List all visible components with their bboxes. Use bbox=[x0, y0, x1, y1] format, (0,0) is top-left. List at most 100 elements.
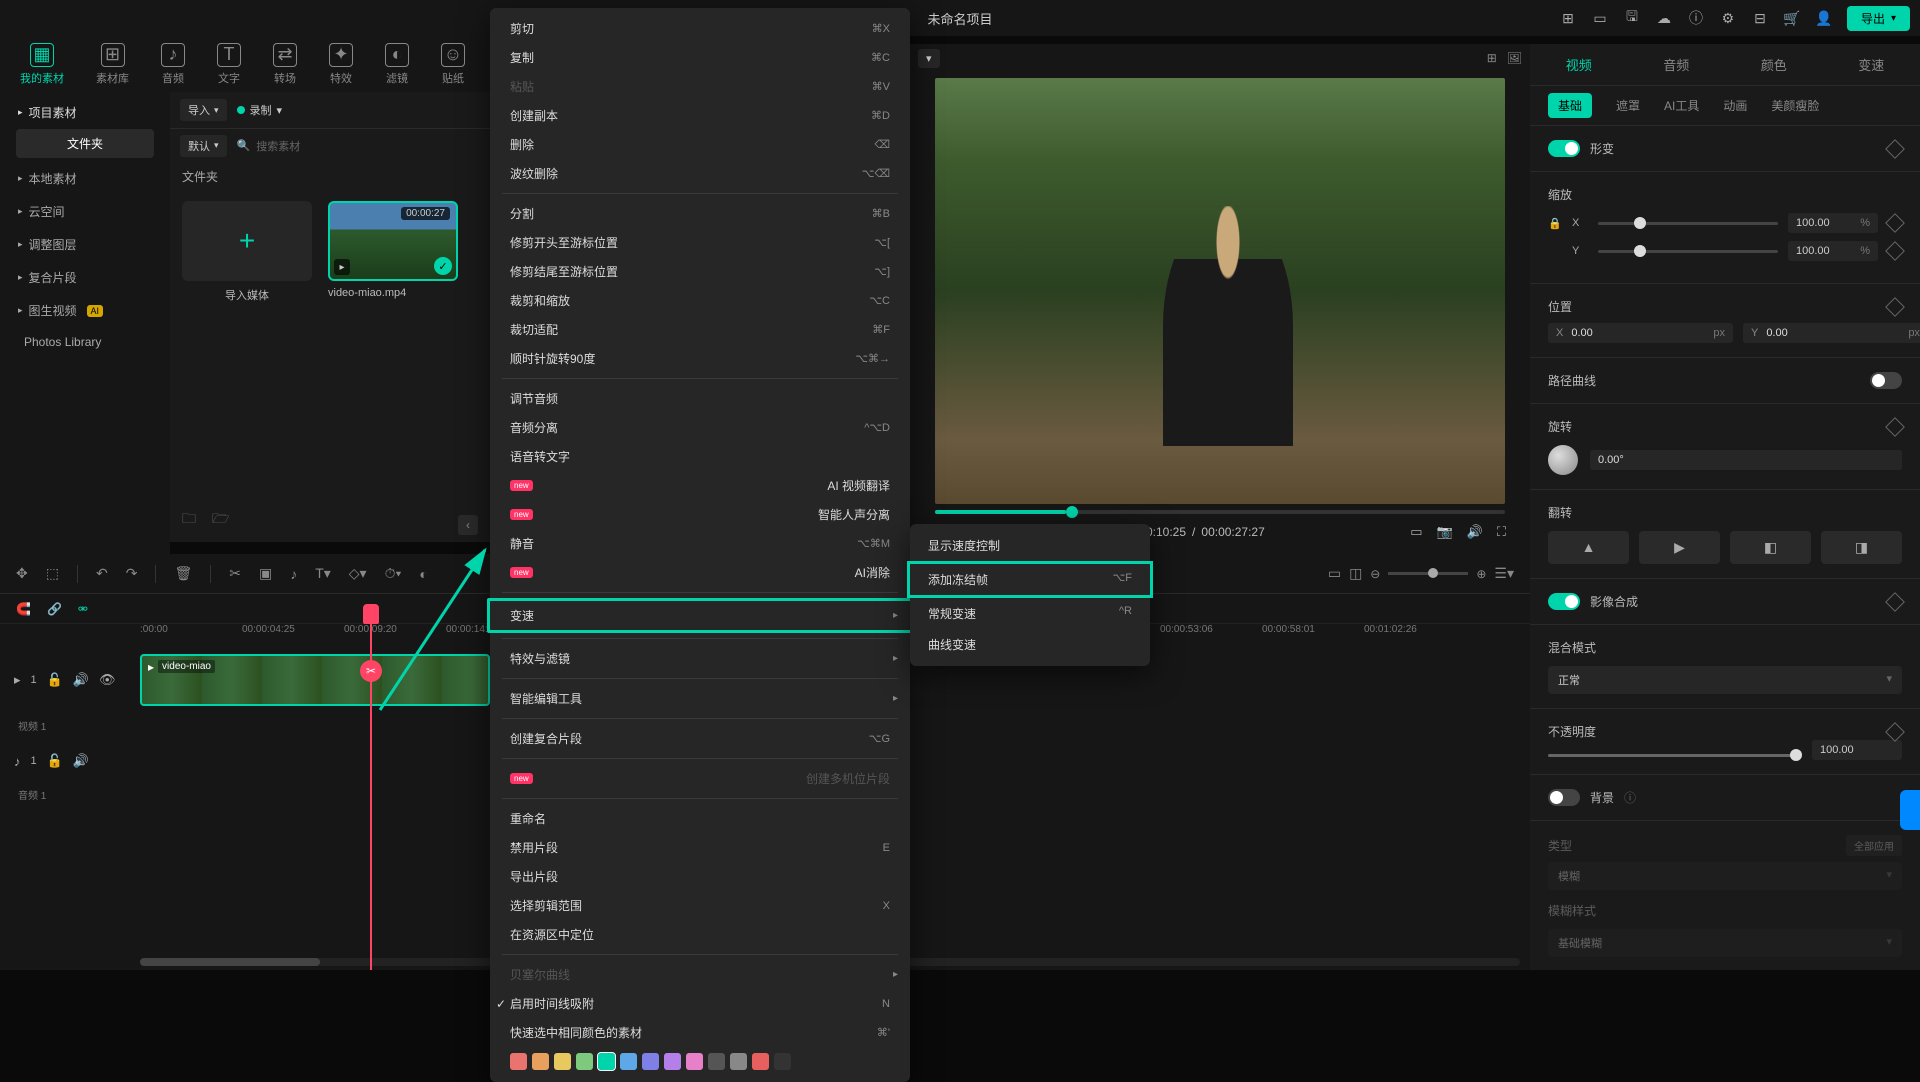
tl-select-icon[interactable]: ✥ bbox=[16, 565, 28, 582]
fullscreen-icon[interactable]: ⛶ bbox=[1497, 524, 1506, 540]
insp-tab-audio[interactable]: 音频 bbox=[1661, 51, 1691, 78]
color-swatch[interactable] bbox=[752, 1053, 769, 1070]
track-mute-icon[interactable]: 🔊 bbox=[73, 672, 89, 688]
ctx-effects[interactable]: 特效与滤镜 bbox=[490, 644, 910, 673]
color-swatch[interactable] bbox=[576, 1053, 593, 1070]
tl-zoom-in[interactable]: ⊕ bbox=[1476, 567, 1486, 581]
media-clip[interactable]: 00:00:27 ▸ ✓ video-miao.mp4 bbox=[328, 201, 458, 303]
scale-y-slider[interactable] bbox=[1598, 250, 1778, 253]
ctx-item[interactable]: 裁切适配⌘F bbox=[490, 315, 910, 344]
tl-crop-icon[interactable]: ▣ bbox=[259, 565, 272, 582]
ctx-snap[interactable]: 启用时间线吸附N bbox=[490, 989, 910, 1018]
monitor-icon[interactable]: ▭ bbox=[1591, 9, 1609, 27]
ctx-item[interactable]: 导出片段 bbox=[490, 862, 910, 891]
timeline-playhead[interactable]: ✂ bbox=[370, 614, 372, 970]
ctx-item[interactable]: 语音转文字 bbox=[490, 442, 910, 471]
ctx-item[interactable]: 复制⌘C bbox=[490, 43, 910, 72]
color-swatch[interactable] bbox=[532, 1053, 549, 1070]
insp-sub-mask[interactable]: 遮罩 bbox=[1616, 93, 1640, 118]
color-swatch[interactable] bbox=[686, 1053, 703, 1070]
color-swatch[interactable] bbox=[554, 1053, 571, 1070]
playhead-cut-icon[interactable]: ✂ bbox=[360, 660, 382, 682]
tab-audio[interactable]: ♪音频 bbox=[161, 43, 185, 86]
video-track-icon[interactable]: ▸ bbox=[14, 672, 21, 688]
ctx-item[interactable]: newAI 视频翻译 bbox=[490, 471, 910, 500]
position-kf[interactable] bbox=[1885, 297, 1905, 317]
insp-tab-color[interactable]: 颜色 bbox=[1759, 51, 1789, 78]
preview-video[interactable] bbox=[935, 78, 1505, 504]
right-edge-tab[interactable] bbox=[1900, 790, 1920, 830]
submenu-item[interactable]: 添加冻结帧⌥F bbox=[907, 561, 1153, 598]
insp-sub-basic[interactable]: 基础 bbox=[1548, 93, 1592, 118]
scale-y-kf[interactable] bbox=[1885, 241, 1905, 261]
blend-mode-select[interactable]: 正常 bbox=[1548, 666, 1902, 694]
snapshot-icon[interactable]: 📷 bbox=[1437, 524, 1453, 540]
scale-x-kf[interactable] bbox=[1885, 213, 1905, 233]
scale-x-value[interactable]: 100.00% bbox=[1788, 213, 1878, 233]
tl-speed-icon[interactable]: ⏱▾ bbox=[385, 565, 402, 582]
ctx-item[interactable]: 顺时针旋转90度⌥⌘→ bbox=[490, 344, 910, 373]
flip-horizontal[interactable]: ▲ bbox=[1548, 531, 1629, 564]
ctx-item[interactable]: 裁剪和缩放⌥C bbox=[490, 286, 910, 315]
path-toggle[interactable] bbox=[1870, 372, 1902, 389]
tl-adjust-icon[interactable]: ◫ bbox=[1349, 565, 1362, 582]
tl-marker-icon[interactable]: ◇▾ bbox=[349, 565, 367, 582]
color-swatch[interactable] bbox=[708, 1053, 725, 1070]
tl-magnet-icon[interactable]: 🧲 bbox=[16, 602, 31, 616]
ctx-item[interactable]: 波纹删除⌥⌫ bbox=[490, 159, 910, 188]
cloud-icon[interactable]: ☁ bbox=[1655, 9, 1673, 27]
color-swatch[interactable] bbox=[730, 1053, 747, 1070]
tl-undo-icon[interactable]: ↶ bbox=[96, 565, 108, 582]
submenu-item[interactable]: 曲线变速 bbox=[910, 629, 1150, 660]
flip-reset[interactable]: ◨ bbox=[1821, 531, 1902, 564]
audio-lock-icon[interactable]: 🔓 bbox=[47, 753, 63, 769]
sidebar-img2video[interactable]: 图生视频AI bbox=[8, 294, 162, 327]
ctx-item[interactable]: 音频分离^⌥D bbox=[490, 413, 910, 442]
tl-render-icon[interactable]: ▭ bbox=[1328, 565, 1341, 582]
sidebar-adjustment[interactable]: 调整图层 bbox=[8, 228, 162, 261]
ctx-item[interactable]: 禁用片段E bbox=[490, 833, 910, 862]
sidebar-folder[interactable]: 文件夹 bbox=[16, 129, 154, 158]
sidebar-project-media[interactable]: 项目素材 bbox=[8, 100, 162, 125]
tl-color-icon[interactable]: ◐ bbox=[419, 566, 427, 582]
rotation-field[interactable] bbox=[1590, 450, 1902, 470]
ctx-item[interactable]: 分割⌘B bbox=[490, 199, 910, 228]
color-swatch[interactable] bbox=[642, 1053, 659, 1070]
new-folder-icon[interactable]: 🗀 bbox=[182, 508, 196, 532]
tl-link-icon[interactable]: 🔗 bbox=[47, 602, 62, 616]
tab-text[interactable]: T文字 bbox=[217, 43, 241, 86]
track-lock-icon[interactable]: 🔓 bbox=[47, 672, 63, 688]
search-input[interactable]: 🔍 搜索素材 bbox=[237, 138, 480, 154]
tab-stock[interactable]: ⊞素材库 bbox=[96, 43, 129, 86]
layout-icon[interactable]: ⊞ bbox=[1559, 9, 1577, 27]
audio-track-icon[interactable]: ♪ bbox=[14, 754, 21, 769]
flip-vertical[interactable]: ▶ bbox=[1639, 531, 1720, 564]
volume-icon[interactable]: 🔊 bbox=[1467, 524, 1483, 540]
audio-mute-icon[interactable]: 🔊 bbox=[73, 753, 89, 769]
tab-effects[interactable]: ✦特效 bbox=[329, 43, 353, 86]
image-view-icon[interactable]: 🖼 bbox=[1507, 51, 1522, 65]
sidebar-cloud[interactable]: 云空间 bbox=[8, 195, 162, 228]
ctx-item[interactable]: 重命名 bbox=[490, 804, 910, 833]
rotation-knob[interactable] bbox=[1548, 445, 1578, 475]
timeline-clip[interactable]: ▸ video-miao bbox=[140, 654, 490, 706]
color-swatch[interactable] bbox=[620, 1053, 637, 1070]
export-button[interactable]: 导出 bbox=[1847, 6, 1910, 31]
opacity-value[interactable]: 100.00 bbox=[1812, 740, 1902, 760]
tl-text-icon[interactable]: T▾ bbox=[315, 565, 331, 582]
insp-sub-beauty[interactable]: 美颜瘦脸 bbox=[1771, 93, 1819, 118]
ctx-compound[interactable]: 创建复合片段⌥G bbox=[490, 724, 910, 753]
sidebar-photos-library[interactable]: Photos Library bbox=[8, 327, 162, 357]
scale-x-slider[interactable] bbox=[1598, 222, 1778, 225]
ctx-item[interactable]: 静音⌥⌘M bbox=[490, 529, 910, 558]
ctx-item[interactable]: 删除⌫ bbox=[490, 130, 910, 159]
ctx-item[interactable]: 在资源区中定位 bbox=[490, 920, 910, 949]
submenu-item[interactable]: 常规变速^R bbox=[910, 598, 1150, 629]
info-icon[interactable]: ⓘ bbox=[1687, 9, 1705, 27]
lock-icon[interactable]: 🔒 bbox=[1548, 217, 1562, 230]
submenu-item[interactable]: 显示速度控制 bbox=[910, 530, 1150, 561]
ctx-item[interactable]: 选择剪辑范围X bbox=[490, 891, 910, 920]
track-visible-icon[interactable]: 👁 bbox=[99, 672, 116, 688]
ctx-item[interactable]: 修剪结尾至游标位置⌥] bbox=[490, 257, 910, 286]
rotation-kf[interactable] bbox=[1885, 417, 1905, 437]
